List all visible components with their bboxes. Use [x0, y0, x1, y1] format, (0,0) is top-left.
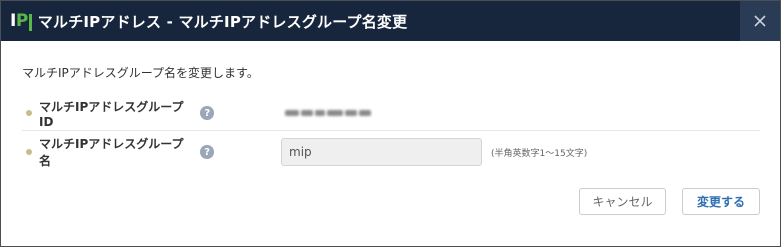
row-divider: [22, 130, 760, 131]
group-name-input[interactable]: mip: [281, 138, 482, 166]
close-icon: [754, 15, 766, 27]
group-id-label-text: マルチIPアドレスグループID: [39, 99, 184, 129]
dialog-body: マルチIPアドレスグループ名を変更します。 マルチIPアドレスグループID ? …: [1, 41, 780, 246]
logo-accent-bar: [28, 13, 32, 31]
logo-letter-p: P: [15, 11, 28, 31]
field-label-group-id: マルチIPアドレスグループID ?: [39, 98, 214, 129]
cancel-button[interactable]: キャンセル: [579, 188, 666, 215]
bullet-icon: [26, 149, 32, 155]
field-label-group-name: マルチIPアドレスグループ名 ?: [39, 135, 214, 169]
help-icon[interactable]: ?: [200, 106, 214, 120]
field-row-group-id: マルチIPアドレスグループID ?: [22, 95, 760, 131]
submit-button[interactable]: 変更する: [682, 188, 760, 215]
group-name-label-text: マルチIPアドレスグループ名: [39, 137, 184, 168]
rename-dialog: IP マルチIPアドレス - マルチIPアドレスグループ名変更 マルチIPアドレ…: [0, 0, 781, 247]
field-row-group-name: マルチIPアドレスグループ名 ? mip (半角英数字1～15文字): [22, 134, 760, 170]
bullet-icon: [26, 110, 32, 116]
input-hint: (半角英数字1～15文字): [491, 148, 588, 159]
group-id-value-obscured: [285, 110, 371, 116]
close-button[interactable]: [740, 1, 780, 41]
dialog-titlebar: IP マルチIPアドレス - マルチIPアドレスグループ名変更: [1, 1, 780, 41]
app-logo: IP: [10, 11, 32, 31]
dialog-title: マルチIPアドレス - マルチIPアドレスグループ名変更: [37, 12, 408, 31]
dialog-description: マルチIPアドレスグループ名を変更します。: [22, 66, 259, 80]
help-icon[interactable]: ?: [200, 145, 214, 159]
